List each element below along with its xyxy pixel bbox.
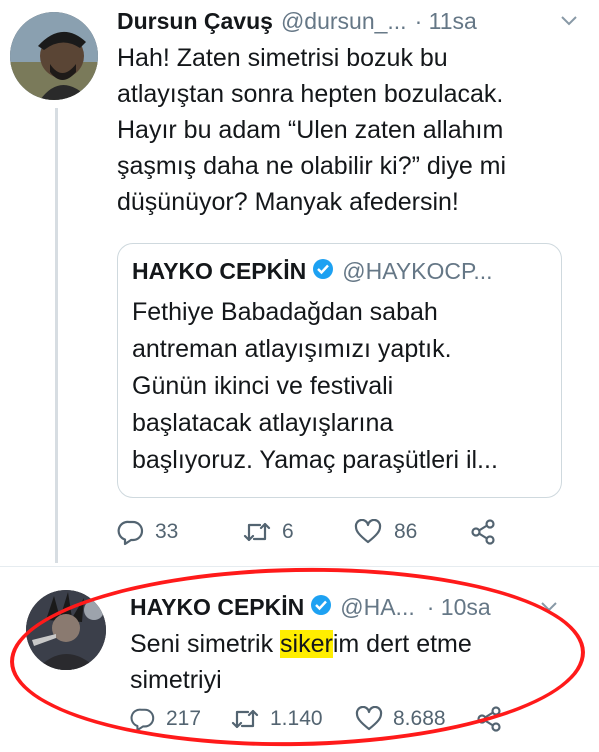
tweet-actions: 33 6 86 xyxy=(117,514,517,550)
like-button[interactable]: 86 xyxy=(354,519,469,545)
tweet-body-line: şaşmış daha ne olabilir ki?” diye mi xyxy=(117,152,507,180)
tweet-body: Hah! Zaten simetrisi bozuk bu atlayıştan… xyxy=(117,40,587,220)
quoted-body-line: Günün ikinci ve festivali xyxy=(132,372,394,400)
tweet-body-line: Hah! Zaten simetrisi bozuk bu xyxy=(117,44,448,72)
avatar[interactable] xyxy=(10,12,98,100)
author-handle[interactable]: @dursun_... xyxy=(281,8,407,35)
tweet-body-line: düşünüyor? Manyak afedersin! xyxy=(117,188,459,216)
reply-count: 33 xyxy=(155,520,179,543)
tweet-body-line: atlayıştan sonra hepten bozulacak. xyxy=(117,80,504,108)
quoted-body-line: başlatacak atlayışlarına xyxy=(132,409,394,437)
quoted-body-line: Fethiye Babadağdan sabah xyxy=(132,298,438,326)
thread-connector-line xyxy=(55,108,58,563)
tweet-body-line: Hayır bu adam “Ulen zaten allahım xyxy=(117,116,504,144)
chevron-down-icon[interactable] xyxy=(560,14,578,32)
quoted-tweet-body: Fethiye Babadağdan sabah antreman atlayı… xyxy=(132,294,552,479)
heart-icon xyxy=(354,519,382,545)
quoted-body-line: antreman atlayışımızı yaptık. xyxy=(132,335,452,363)
tweet-time[interactable]: · 11sa xyxy=(415,8,477,35)
reply-icon xyxy=(117,518,145,546)
retweet-button[interactable]: 6 xyxy=(242,519,354,545)
reply-button[interactable]: 33 xyxy=(117,518,242,546)
avatar-photo-icon xyxy=(10,12,98,100)
retweet-count: 6 xyxy=(282,520,294,543)
tweet-divider xyxy=(0,566,599,567)
like-count: 86 xyxy=(394,520,418,543)
quoted-body-line: başlıyoruz. Yamaç paraşütleri il... xyxy=(132,446,498,474)
author-name[interactable]: Dursun Çavuş xyxy=(117,8,273,35)
share-button[interactable] xyxy=(469,518,497,546)
share-icon xyxy=(469,518,497,546)
retweet-icon xyxy=(242,519,272,545)
verified-badge-icon xyxy=(312,258,334,285)
quoted-tweet[interactable]: HAYKO CEPKİN @HAYKOCP... Fethiye Babadağ… xyxy=(117,243,562,498)
quoted-author-handle: @HAYKOCP... xyxy=(342,258,493,284)
quoted-author-name: HAYKO CEPKİN xyxy=(132,258,307,284)
